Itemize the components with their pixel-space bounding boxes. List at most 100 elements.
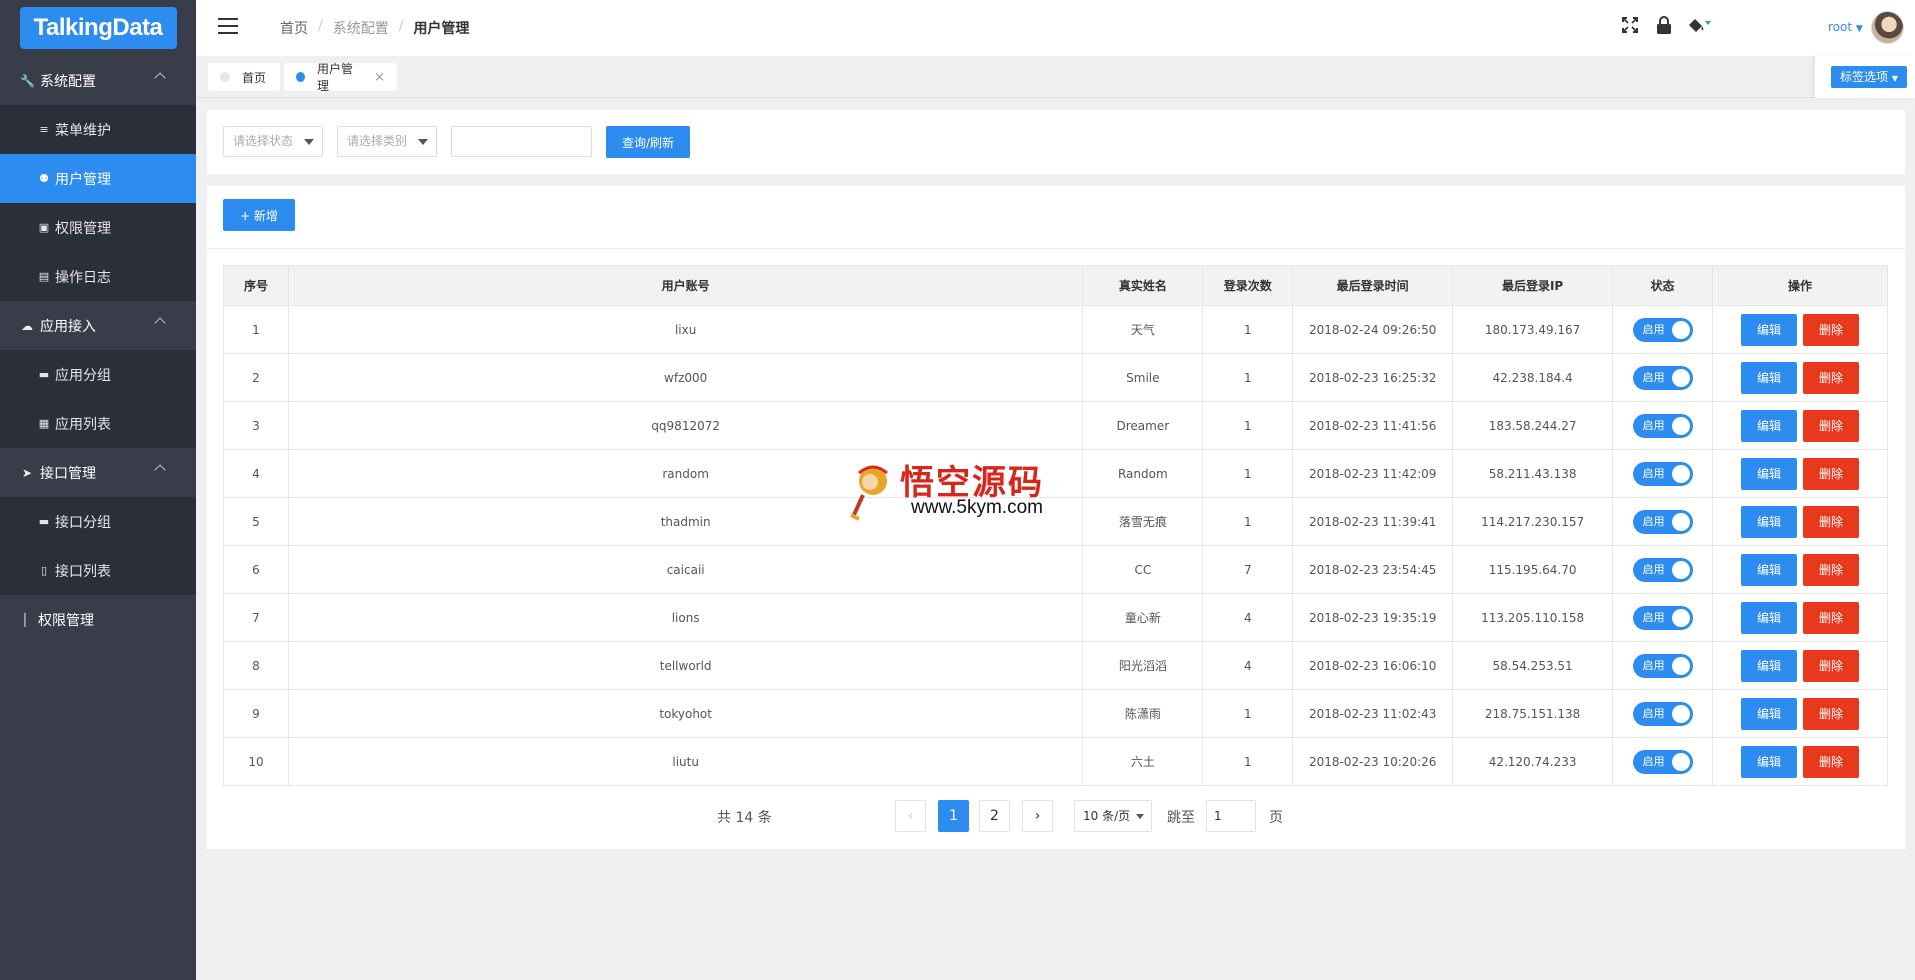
edit-button[interactable]: 编辑 [1741,697,1798,730]
delete-button[interactable]: 删除 [1803,553,1860,586]
sidebar-group-0[interactable]: 🔧 系统配置 [0,56,196,105]
query-refresh-button[interactable]: 查询/刷新 [606,126,690,158]
real-name-cell: 童心新 [1082,593,1204,642]
status-toggle[interactable]: 启用 [1632,557,1693,582]
sidebar-group-1[interactable]: ☁ 应用接入 [0,301,196,350]
breadcrumb-separator: / [398,18,404,34]
status-toggle-label: 启用 [1642,466,1665,480]
edit-button[interactable]: 编辑 [1741,745,1798,778]
header-login-count[interactable]: 登录次数 [1202,265,1294,306]
goto-label: 跳至 [1167,810,1195,826]
delete-button[interactable]: 删除 [1803,697,1860,730]
user-menu[interactable]: root ▼ [1828,20,1863,34]
actions-cell: 编辑 删除 [1712,497,1888,546]
header-no[interactable]: 序号 [223,265,289,306]
sidebar-item-0-0[interactable]: ≡ 菜单维护 [0,105,196,154]
status-toggle[interactable]: 启用 [1632,509,1693,534]
pagination: 共 14 条 ‹ 1 2 › 10 条/页 跳至 1 页 [207,800,1905,834]
prev-page-button[interactable]: ‹ [895,800,926,832]
header-status[interactable]: 状态 [1612,265,1714,306]
delete-button[interactable]: 删除 [1803,457,1860,490]
goto-page-input[interactable]: 1 [1206,800,1256,832]
close-icon[interactable]: × [374,70,385,85]
actions-cell: 编辑 删除 [1712,401,1888,450]
status-toggle[interactable]: 启用 [1632,461,1693,486]
header-account[interactable]: 用户账号 [287,265,1084,306]
tab-options-label: 标签选项 [1840,70,1889,84]
status-select-placeholder: 请选择状态 [233,134,294,148]
delete-button[interactable]: 删除 [1803,649,1860,682]
delete-button[interactable]: 删除 [1803,601,1860,634]
sidebar-item-1-1[interactable]: ▦ 应用列表 [0,399,196,448]
login-count-cell: 1 [1202,449,1294,498]
delete-button[interactable]: 删除 [1803,409,1860,442]
paint-bucket-icon[interactable] [1687,17,1713,37]
status-toggle[interactable]: 启用 [1632,605,1693,630]
edit-button[interactable]: 编辑 [1741,505,1798,538]
sidebar-item-0-1[interactable]: ⚉ 用户管理 [0,154,196,203]
page-2-button[interactable]: 2 [979,800,1010,832]
sidebar-group-3[interactable]: │ 权限管理 [0,595,196,644]
status-toggle[interactable]: 启用 [1632,749,1693,774]
status-cell: 启用 [1612,497,1714,546]
breadcrumb-system-config[interactable]: 系统配置 [333,18,389,38]
hamburger-menu-icon[interactable] [218,18,238,34]
sidebar-item-0-3[interactable]: ▤ 操作日志 [0,252,196,301]
chevron-up-icon [154,464,166,476]
avatar[interactable] [1871,11,1904,44]
login-count-cell: 1 [1202,689,1294,738]
row-number-cell: 7 [223,593,289,642]
header-last-login-time[interactable]: 最后登录时间 [1292,265,1454,306]
tab-options-button[interactable]: 标签选项 ▼ [1831,66,1907,88]
sidebar-group-2[interactable]: ➤ 接口管理 [0,448,196,497]
status-toggle[interactable]: 启用 [1632,701,1693,726]
row-number-cell: 9 [223,689,289,738]
lock-icon[interactable] [1656,16,1672,38]
header-last-login-ip[interactable]: 最后登录IP [1452,265,1614,306]
breadcrumb-current: 用户管理 [413,21,470,37]
status-toggle[interactable]: 启用 [1632,365,1693,390]
fullscreen-icon[interactable] [1622,17,1638,37]
delete-button[interactable]: 删除 [1803,313,1860,346]
page-size-select[interactable]: 10 条/页 [1074,800,1152,832]
user-table: 序号 用户账号 真实姓名 登录次数 最后登录时间 最后登录IP 状态 操作 1l… [223,265,1888,786]
delete-button[interactable]: 删除 [1803,361,1860,394]
user-account-cell: liutu [287,737,1084,786]
edit-button[interactable]: 编辑 [1741,601,1798,634]
tab-user-management[interactable]: 用户管理 × [284,62,397,93]
row-number-cell: 5 [223,497,289,546]
delete-button[interactable]: 删除 [1803,505,1860,538]
status-toggle[interactable]: 启用 [1632,653,1693,678]
header-real-name[interactable]: 真实姓名 [1082,265,1204,306]
edit-button[interactable]: 编辑 [1741,649,1798,682]
category-select[interactable]: 请选择类别 [337,126,437,157]
row-number-cell: 4 [223,449,289,498]
edit-button[interactable]: 编辑 [1741,409,1798,442]
sidebar-group-label: 接口管理 [40,465,96,482]
status-select[interactable]: 请选择状态 [223,126,323,157]
page-1-button[interactable]: 1 [938,800,969,832]
user-account-cell: qq9812072 [287,401,1084,450]
logo[interactable]: TalkingData [19,7,177,49]
status-toggle[interactable]: 启用 [1632,413,1693,438]
sidebar-item-2-0[interactable]: ▬ 接口分组 [0,497,196,546]
login-count-cell: 7 [1202,545,1294,594]
keyword-input[interactable] [451,126,592,157]
sidebar-item-2-1[interactable]: ▯ 接口列表 [0,546,196,595]
add-button[interactable]: + 新增 [223,199,295,231]
login-count-cell: 1 [1202,305,1294,354]
sidebar-item-1-0[interactable]: ▬ 应用分组 [0,350,196,399]
delete-button[interactable]: 删除 [1803,745,1860,778]
status-toggle[interactable]: 启用 [1632,317,1693,342]
next-page-button[interactable]: › [1022,800,1053,832]
tab-home[interactable]: 首页 [208,63,280,91]
sidebar-item-0-2[interactable]: ▣ 权限管理 [0,203,196,252]
breadcrumb-home[interactable]: 首页 [280,18,308,38]
edit-button[interactable]: 编辑 [1741,457,1798,490]
tab-bar: 首页 用户管理 × 标签选项 ▼ [196,56,1915,98]
page-suffix: 页 [1269,810,1283,826]
edit-button[interactable]: 编辑 [1741,361,1798,394]
divider [207,248,1905,249]
edit-button[interactable]: 编辑 [1741,553,1798,586]
edit-button[interactable]: 编辑 [1741,313,1798,346]
